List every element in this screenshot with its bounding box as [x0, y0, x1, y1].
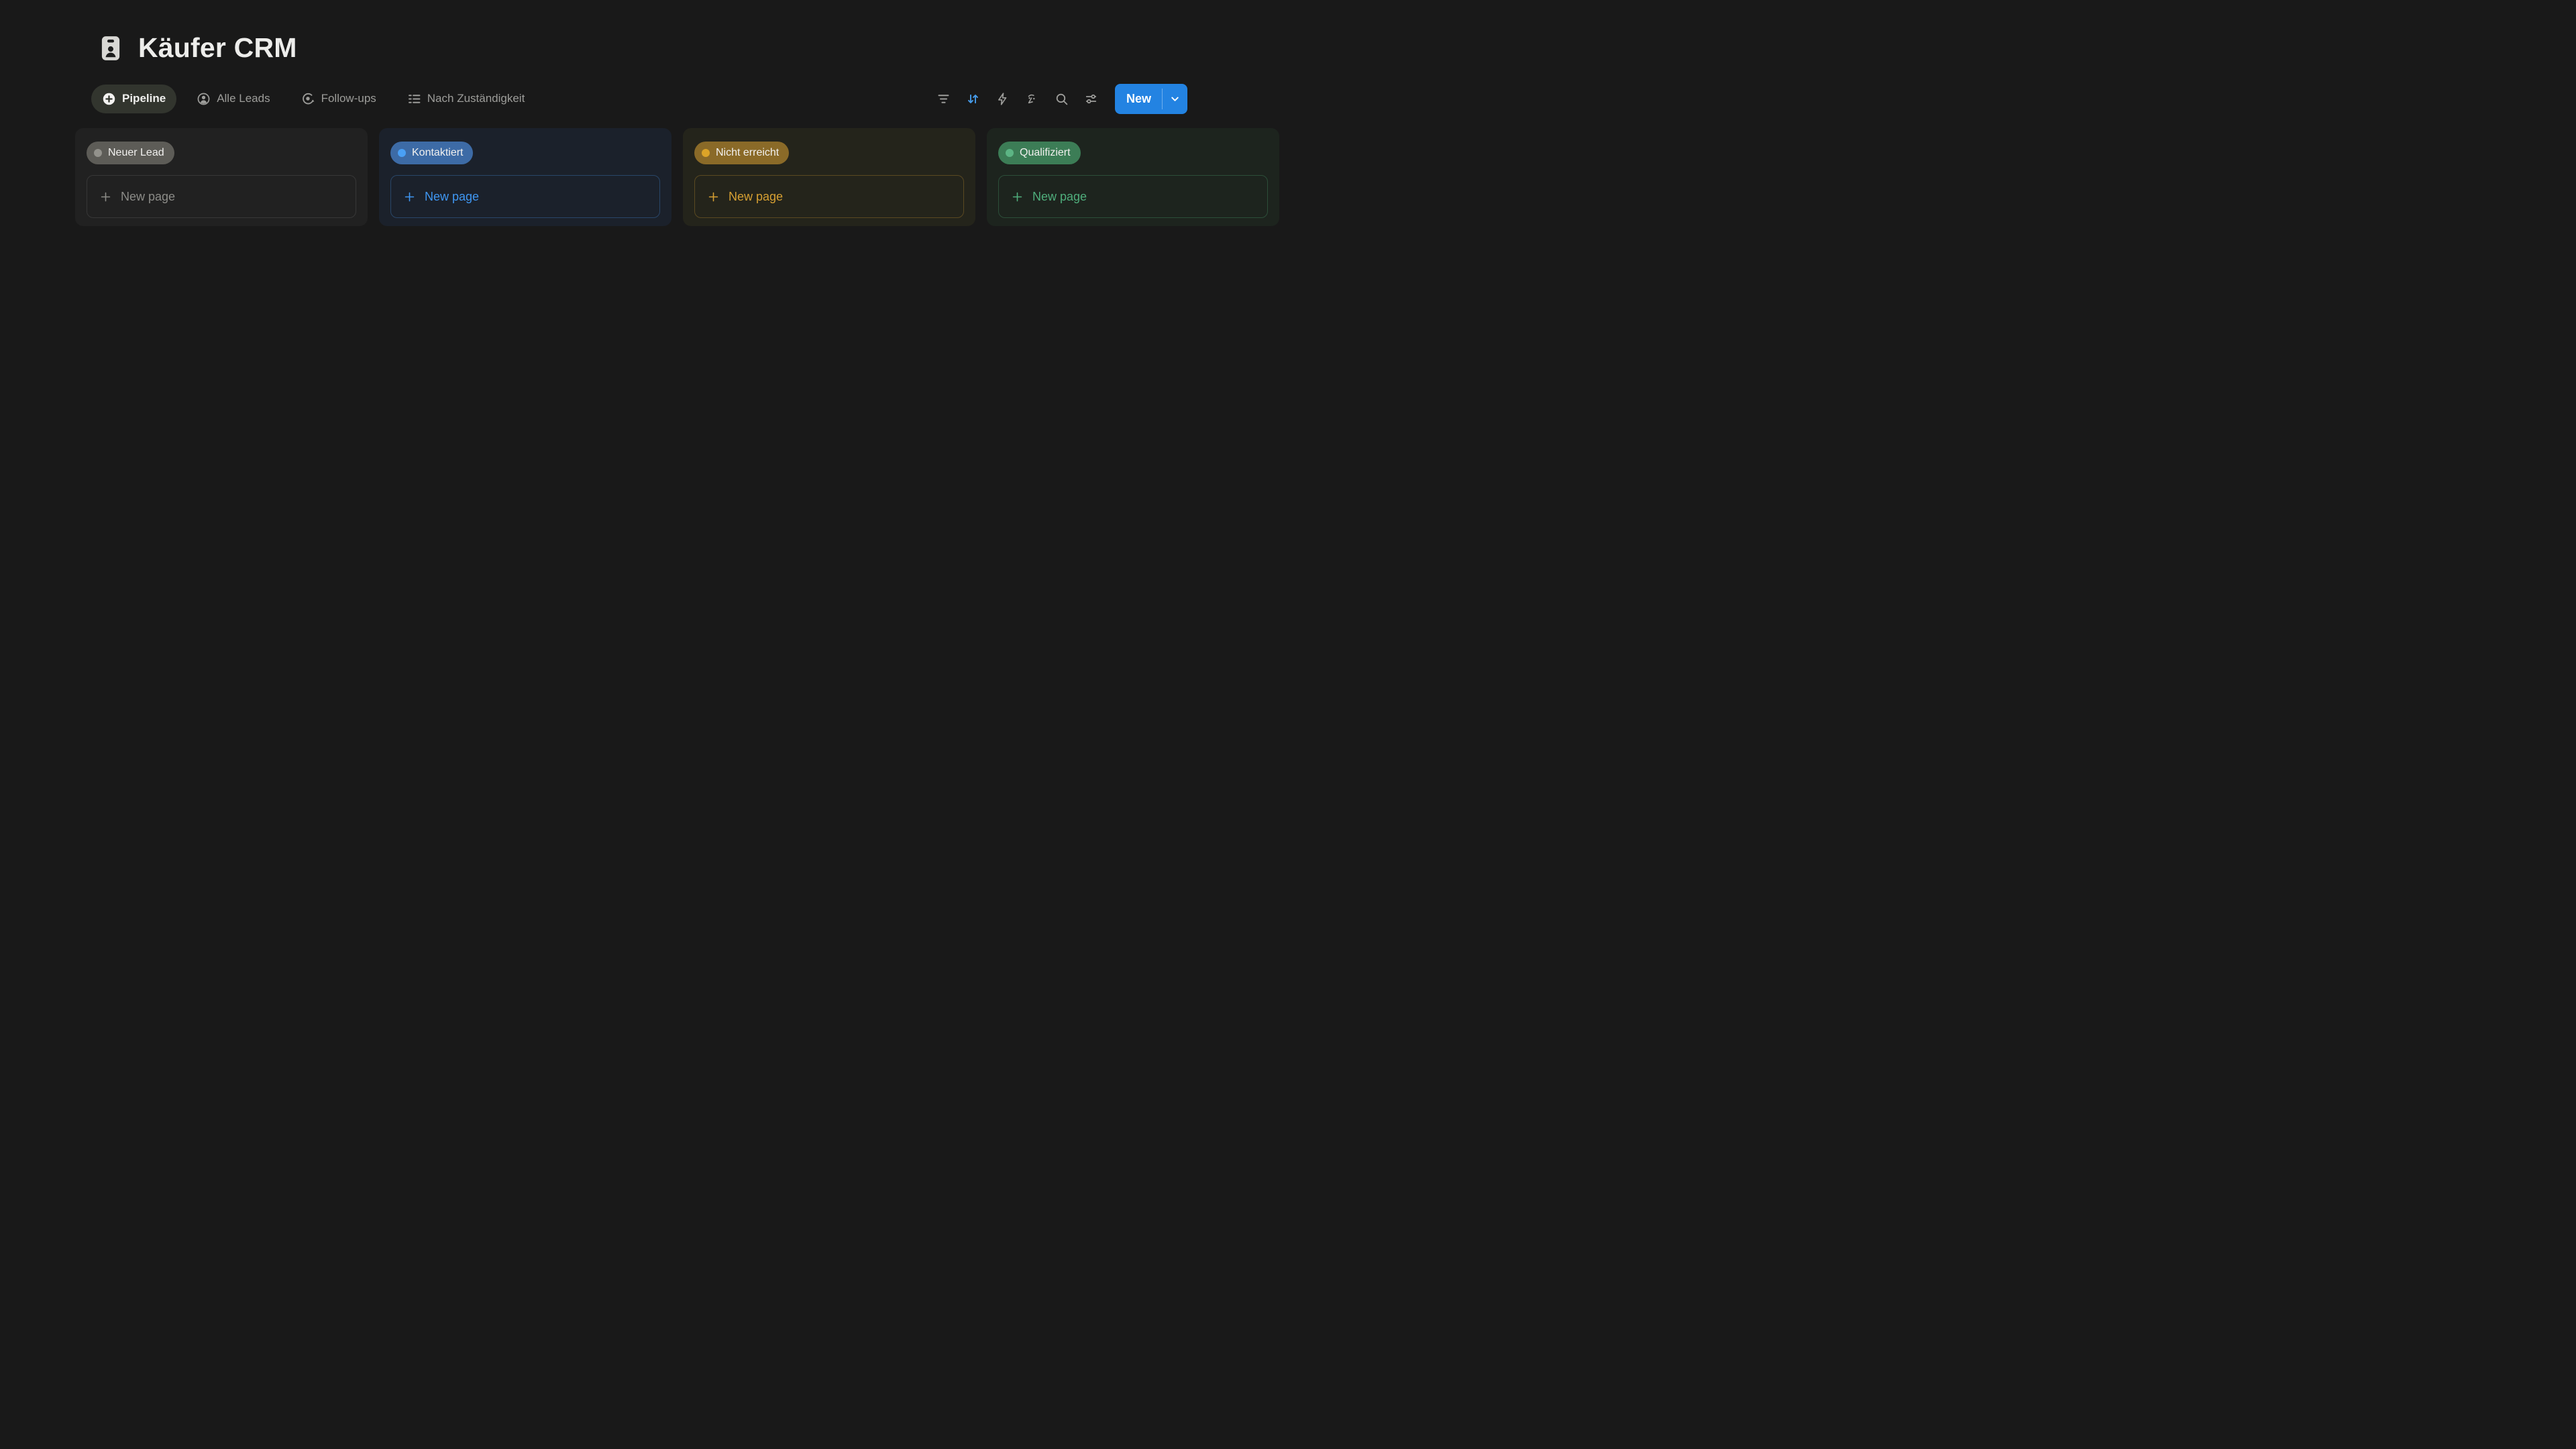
plus-icon	[1011, 191, 1024, 203]
lightning-icon-button[interactable]	[990, 86, 1016, 111]
view-tabs: Pipeline Alle Leads Follow-ups	[91, 85, 535, 113]
status-label: Qualifiziert	[1020, 147, 1071, 159]
notion-dark-page: Käufer CRM Pipeline Alle Leads	[0, 0, 1288, 724]
tab-label: Nach Zuständigkeit	[427, 92, 525, 105]
new-page-button[interactable]: New page	[390, 175, 660, 218]
new-page-label: New page	[121, 190, 175, 204]
new-page-label: New page	[729, 190, 783, 204]
status-badge[interactable]: Kontaktiert	[390, 142, 473, 164]
filter-icon-button[interactable]	[931, 86, 957, 111]
plus-circle-icon	[102, 92, 116, 106]
search-icon	[1055, 92, 1069, 106]
page-title: Käufer CRM	[138, 32, 297, 64]
plus-icon	[403, 191, 416, 203]
tab-label: Pipeline	[122, 92, 166, 105]
tab-label: Follow-ups	[321, 92, 376, 105]
kanban-board: Neuer Lead New page Kontaktiert New page	[75, 128, 1288, 226]
filter-icon	[936, 92, 951, 106]
board-column-qualifiziert: Qualifiziert New page	[987, 128, 1279, 226]
board-column-kontaktiert: Kontaktiert New page	[379, 128, 672, 226]
id-badge-icon	[97, 34, 125, 62]
page-header: Käufer CRM	[0, 0, 1288, 64]
tab-pipeline[interactable]: Pipeline	[91, 85, 176, 113]
lightning-icon	[996, 92, 1010, 106]
new-page-label: New page	[1032, 190, 1087, 204]
sort-icon	[966, 92, 980, 106]
new-button-dropdown[interactable]	[1163, 84, 1187, 114]
bulleted-list-icon	[407, 92, 421, 106]
new-page-button[interactable]: New page	[694, 175, 964, 218]
sort-icon-button[interactable]	[961, 86, 986, 111]
board-column-nicht-erreicht: Nicht erreicht New page	[683, 128, 975, 226]
board-column-neuer-lead: Neuer Lead New page	[75, 128, 368, 226]
search-icon-button[interactable]	[1049, 86, 1075, 111]
ai-sparkle-icon-button[interactable]	[1020, 86, 1045, 111]
plus-icon	[99, 191, 112, 203]
recurring-arrow-icon	[301, 92, 315, 106]
status-dot	[1006, 149, 1014, 157]
new-button[interactable]: New	[1115, 84, 1187, 114]
plus-icon	[707, 191, 720, 203]
settings-sliders-icon	[1084, 92, 1098, 106]
status-label: Neuer Lead	[108, 147, 164, 159]
status-dot	[94, 149, 102, 157]
user-circle-icon	[197, 92, 211, 106]
tab-follow-ups[interactable]: Follow-ups	[290, 85, 387, 113]
chevron-down-icon	[1169, 93, 1181, 105]
new-page-button[interactable]: New page	[87, 175, 356, 218]
tab-nach-zustaendigkeit[interactable]: Nach Zuständigkeit	[396, 85, 536, 113]
status-dot	[398, 149, 406, 157]
status-label: Nicht erreicht	[716, 147, 779, 159]
status-dot	[702, 149, 710, 157]
ai-sparkle-icon	[1025, 92, 1039, 106]
new-page-label: New page	[425, 190, 479, 204]
new-page-button[interactable]: New page	[998, 175, 1268, 218]
settings-sliders-icon-button[interactable]	[1079, 86, 1104, 111]
new-button-label[interactable]: New	[1115, 84, 1162, 114]
status-badge[interactable]: Qualifiziert	[998, 142, 1081, 164]
view-tabs-toolbar-row: Pipeline Alle Leads Follow-ups	[91, 81, 1187, 116]
tab-alle-leads[interactable]: Alle Leads	[186, 85, 280, 113]
tab-label: Alle Leads	[217, 92, 270, 105]
status-badge[interactable]: Nicht erreicht	[694, 142, 789, 164]
status-label: Kontaktiert	[412, 147, 463, 159]
view-toolbar: New	[931, 84, 1187, 114]
status-badge[interactable]: Neuer Lead	[87, 142, 174, 164]
